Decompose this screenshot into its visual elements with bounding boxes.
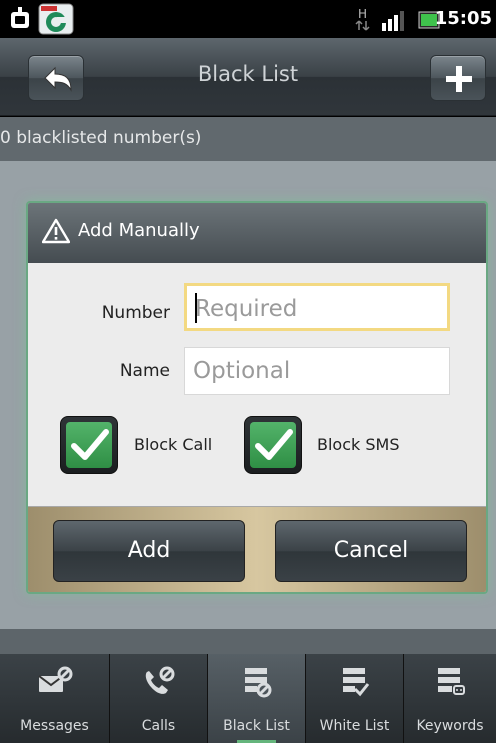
plus-icon bbox=[446, 66, 472, 92]
page-title: Black List bbox=[197, 62, 299, 86]
number-field[interactable] bbox=[184, 283, 450, 331]
title-bar: Black List bbox=[0, 38, 496, 116]
dialog-title: Add Manually bbox=[78, 220, 200, 241]
name-field[interactable] bbox=[184, 347, 450, 395]
checkbox-fill bbox=[66, 422, 112, 468]
tab-label: Black List bbox=[223, 718, 290, 734]
checkmark-icon bbox=[255, 429, 293, 460]
block-call-label: Block Call bbox=[134, 435, 213, 454]
status-time: 15:05 bbox=[434, 8, 492, 29]
status-bar: H 15:05 bbox=[0, 0, 496, 38]
message-block-icon bbox=[37, 666, 72, 692]
block-sms-checkbox[interactable] bbox=[244, 416, 302, 474]
checkmark-icon bbox=[71, 429, 109, 460]
tab-messages[interactable]: Messages bbox=[0, 654, 110, 743]
bottom-tab-bar: Messages Calls Black List White List Key… bbox=[0, 654, 496, 743]
block-call-checkbox[interactable] bbox=[60, 416, 118, 474]
tab-label: Calls bbox=[141, 718, 176, 734]
tab-label: Keywords bbox=[416, 718, 484, 734]
phone-block-icon bbox=[145, 666, 174, 694]
checkbox-fill bbox=[250, 422, 296, 468]
android-debug-icon bbox=[11, 7, 29, 28]
network-type-label: H bbox=[358, 7, 367, 21]
warning-icon bbox=[42, 218, 70, 244]
block-sms-label: Block SMS bbox=[317, 435, 400, 454]
blacklist-count-bar: 0 blacklisted number(s) bbox=[0, 117, 496, 161]
whitelist-icon bbox=[342, 668, 369, 697]
dialog-header: Add Manually bbox=[28, 203, 486, 263]
signal-icon bbox=[382, 11, 404, 31]
name-label: Name bbox=[119, 361, 170, 381]
blacklist-count-text: 0 blacklisted number(s) bbox=[0, 128, 202, 148]
dialog-add-button[interactable]: Add bbox=[53, 520, 245, 582]
app-notification-icon bbox=[38, 3, 74, 35]
tab-black-list[interactable]: Black List bbox=[208, 654, 306, 743]
keywords-icon bbox=[438, 668, 465, 695]
tab-white-list[interactable]: White List bbox=[306, 654, 404, 743]
dialog-footer: Add Cancel bbox=[28, 506, 486, 592]
add-button[interactable] bbox=[430, 55, 486, 101]
add-manually-dialog: Add Manually Number Name Block Call bbox=[26, 201, 488, 594]
name-input[interactable] bbox=[193, 354, 433, 388]
dialog-body: Number Name Block Call Block SMS bbox=[28, 263, 486, 506]
tab-label: White List bbox=[319, 718, 390, 734]
number-label: Number bbox=[101, 303, 170, 323]
hspa-icon: H bbox=[355, 7, 370, 31]
tab-label: Messages bbox=[20, 718, 89, 734]
number-input[interactable] bbox=[195, 292, 435, 326]
blacklist-icon bbox=[244, 668, 271, 698]
tab-keywords[interactable]: Keywords bbox=[404, 654, 496, 743]
tab-calls[interactable]: Calls bbox=[110, 654, 208, 743]
content-divider bbox=[0, 629, 496, 654]
dialog-cancel-button[interactable]: Cancel bbox=[275, 520, 467, 582]
